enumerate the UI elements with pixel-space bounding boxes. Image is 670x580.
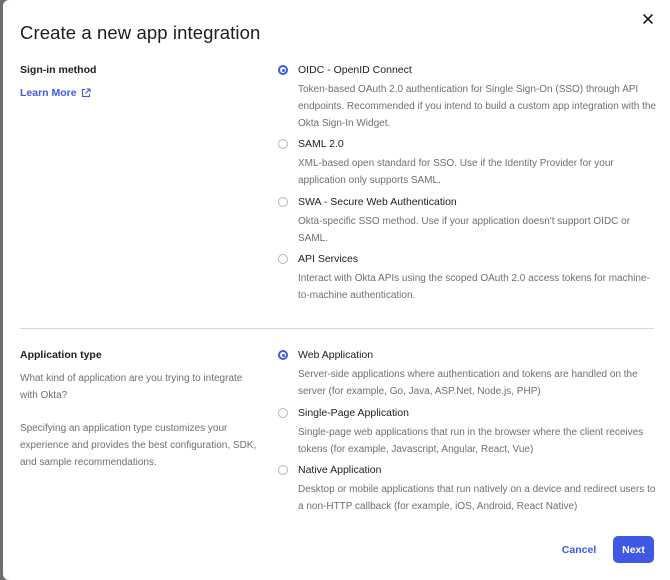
section-divider xyxy=(20,328,654,329)
application-type-note: Specifying an application type customize… xyxy=(20,423,257,468)
option-desc-swa: Okta-specific SSO method. Use if your ap… xyxy=(298,216,631,244)
next-button[interactable]: Next xyxy=(613,536,654,563)
option-label-native: Native Application xyxy=(298,464,382,476)
sign-in-option-oidc[interactable]: OIDC - OpenID Connect Token-based OAuth … xyxy=(278,64,656,129)
radio-swa[interactable] xyxy=(278,197,288,207)
application-type-heading: Application type xyxy=(20,349,102,361)
learn-more-label: Learn More xyxy=(20,87,77,99)
option-label-web: Web Application xyxy=(298,349,374,361)
option-desc-spa: Single-page web applications that run in… xyxy=(298,427,644,455)
cancel-button[interactable]: Cancel xyxy=(555,537,603,563)
radio-api-services[interactable] xyxy=(278,254,288,264)
option-label-api-services: API Services xyxy=(298,253,359,265)
external-link-icon xyxy=(81,88,91,98)
option-desc-saml: XML-based open standard for SSO. Use if … xyxy=(298,158,614,186)
radio-native[interactable] xyxy=(278,465,288,475)
dialog-title: Create a new app integration xyxy=(20,22,261,43)
application-type-question: What kind of application are you trying … xyxy=(20,373,243,401)
sign-in-option-saml[interactable]: SAML 2.0 XML-based open standard for SSO… xyxy=(278,138,653,186)
app-type-option-spa[interactable]: Single-Page Application Single-page web … xyxy=(278,407,653,455)
app-type-option-web[interactable]: Web Application Server-side applications… xyxy=(278,349,653,397)
close-icon xyxy=(643,14,653,24)
learn-more-link[interactable]: Learn More xyxy=(20,87,91,99)
sign-in-method-heading: Sign-in method xyxy=(20,64,97,76)
option-desc-api-services: Interact with Okta APIs using the scoped… xyxy=(298,273,650,301)
close-button[interactable] xyxy=(639,10,657,28)
create-app-integration-dialog: Create a new app integration Sign-in met… xyxy=(3,0,670,580)
option-label-saml: SAML 2.0 xyxy=(298,138,344,150)
radio-oidc[interactable] xyxy=(278,65,288,75)
sign-in-option-swa[interactable]: SWA - Secure Web Authentication Okta-spe… xyxy=(278,196,653,244)
option-label-oidc: OIDC - OpenID Connect xyxy=(298,64,412,76)
option-desc-native: Desktop or mobile applications that run … xyxy=(298,484,656,512)
sign-in-option-api-services[interactable]: API Services Interact with Okta APIs usi… xyxy=(278,253,653,301)
option-desc-web: Server-side applications where authentic… xyxy=(298,369,638,397)
option-label-swa: SWA - Secure Web Authentication xyxy=(298,196,457,208)
app-type-option-native[interactable]: Native Application Desktop or mobile app… xyxy=(278,464,655,512)
radio-saml[interactable] xyxy=(278,139,288,149)
radio-spa[interactable] xyxy=(278,408,288,418)
option-label-spa: Single-Page Application xyxy=(298,407,409,419)
option-desc-oidc: Token-based OAuth 2.0 authentication for… xyxy=(298,84,656,129)
radio-web[interactable] xyxy=(278,350,288,360)
